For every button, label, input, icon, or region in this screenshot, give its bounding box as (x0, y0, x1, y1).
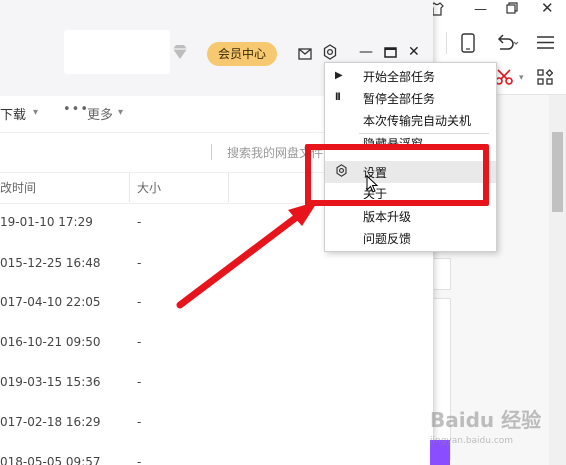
pause-icon: ll (335, 92, 341, 103)
menu-item-start-all[interactable]: ▶ 开始全部任务 (325, 65, 496, 87)
toolbar-divider (446, 32, 447, 54)
row-size: - (137, 256, 142, 270)
row-size: - (137, 295, 142, 309)
vip-diamond-icon (172, 44, 188, 60)
download-button[interactable]: 下载 (0, 104, 26, 123)
column-divider[interactable] (129, 172, 130, 202)
search-divider (211, 144, 212, 160)
column-divider[interactable] (228, 172, 229, 202)
browser-close-icon[interactable]: ✕ (541, 0, 554, 16)
undo-icon[interactable] (494, 33, 520, 57)
row-modified-time: 018-05-05 09:57 (0, 455, 101, 465)
menu-icon[interactable] (537, 35, 554, 54)
more-dots-icon: ••• (63, 102, 90, 117)
app-minimize-icon[interactable]: — (359, 44, 373, 60)
scrollbar-thumb[interactable] (552, 132, 563, 212)
menu-item-upgrade[interactable]: 版本升级 (325, 205, 496, 227)
app-close-icon[interactable]: ✕ (408, 44, 420, 60)
more-button[interactable]: 更多 (87, 104, 113, 123)
play-icon: ▶ (335, 70, 343, 81)
menu-item-pause-all[interactable]: ll 暂停全部任务 (325, 87, 496, 109)
more-dropdown-icon[interactable]: ▾ (118, 104, 123, 122)
apps-icon[interactable] (537, 69, 554, 89)
page-card (434, 258, 451, 290)
row-size: - (137, 415, 142, 429)
row-size: - (137, 215, 142, 229)
mail-icon[interactable] (298, 45, 316, 61)
column-header-modified-time[interactable]: 改时间 (0, 179, 36, 196)
menu-item-label: 问题反馈 (363, 232, 412, 246)
menu-item-auto-shutdown[interactable]: 本次传输完自动关机 (325, 109, 496, 131)
menu-item-feedback[interactable]: 问题反馈 (325, 227, 496, 249)
row-size: - (137, 375, 142, 389)
browser-restore-icon[interactable] (506, 2, 518, 19)
app-maximize-icon[interactable] (384, 44, 397, 63)
browser-minimize-icon[interactable]: — (474, 2, 487, 18)
watermark-url: jingyan.baidu.com (430, 436, 514, 446)
row-modified-time: 19-01-10 17:29 (0, 215, 93, 229)
watermark: Baidu 经验 (430, 408, 542, 432)
row-modified-time: 017-04-10 22:05 (0, 295, 101, 309)
menu-item-label: 版本升级 (363, 210, 412, 224)
menu-item-label: 本次传输完自动关机 (363, 114, 472, 128)
column-header-size[interactable]: 大小 (137, 179, 161, 196)
annotation-highlight-box (305, 144, 489, 206)
row-modified-time: 017-02-18 16:29 (0, 415, 101, 429)
download-dropdown-icon[interactable]: ▾ (33, 104, 38, 122)
row-modified-time: 015-12-25 16:48 (0, 256, 101, 270)
phone-icon[interactable] (461, 33, 475, 57)
gear-icon[interactable] (322, 44, 340, 62)
scissors-icon[interactable] (495, 68, 513, 90)
scissors-dropdown-icon[interactable]: ▾ (519, 73, 524, 83)
menu-item-label: 开始全部任务 (363, 70, 436, 84)
menu-separator (359, 133, 489, 134)
row-size: - (137, 455, 142, 465)
vip-center-button[interactable]: 会员中心 (207, 42, 277, 66)
menu-item-label: 暂停全部任务 (363, 92, 436, 106)
row-modified-time: 019-03-15 15:36 (0, 375, 101, 389)
row-size: - (137, 335, 142, 349)
row-modified-time: 016-10-21 09:50 (0, 335, 101, 349)
avatar[interactable] (64, 30, 170, 74)
